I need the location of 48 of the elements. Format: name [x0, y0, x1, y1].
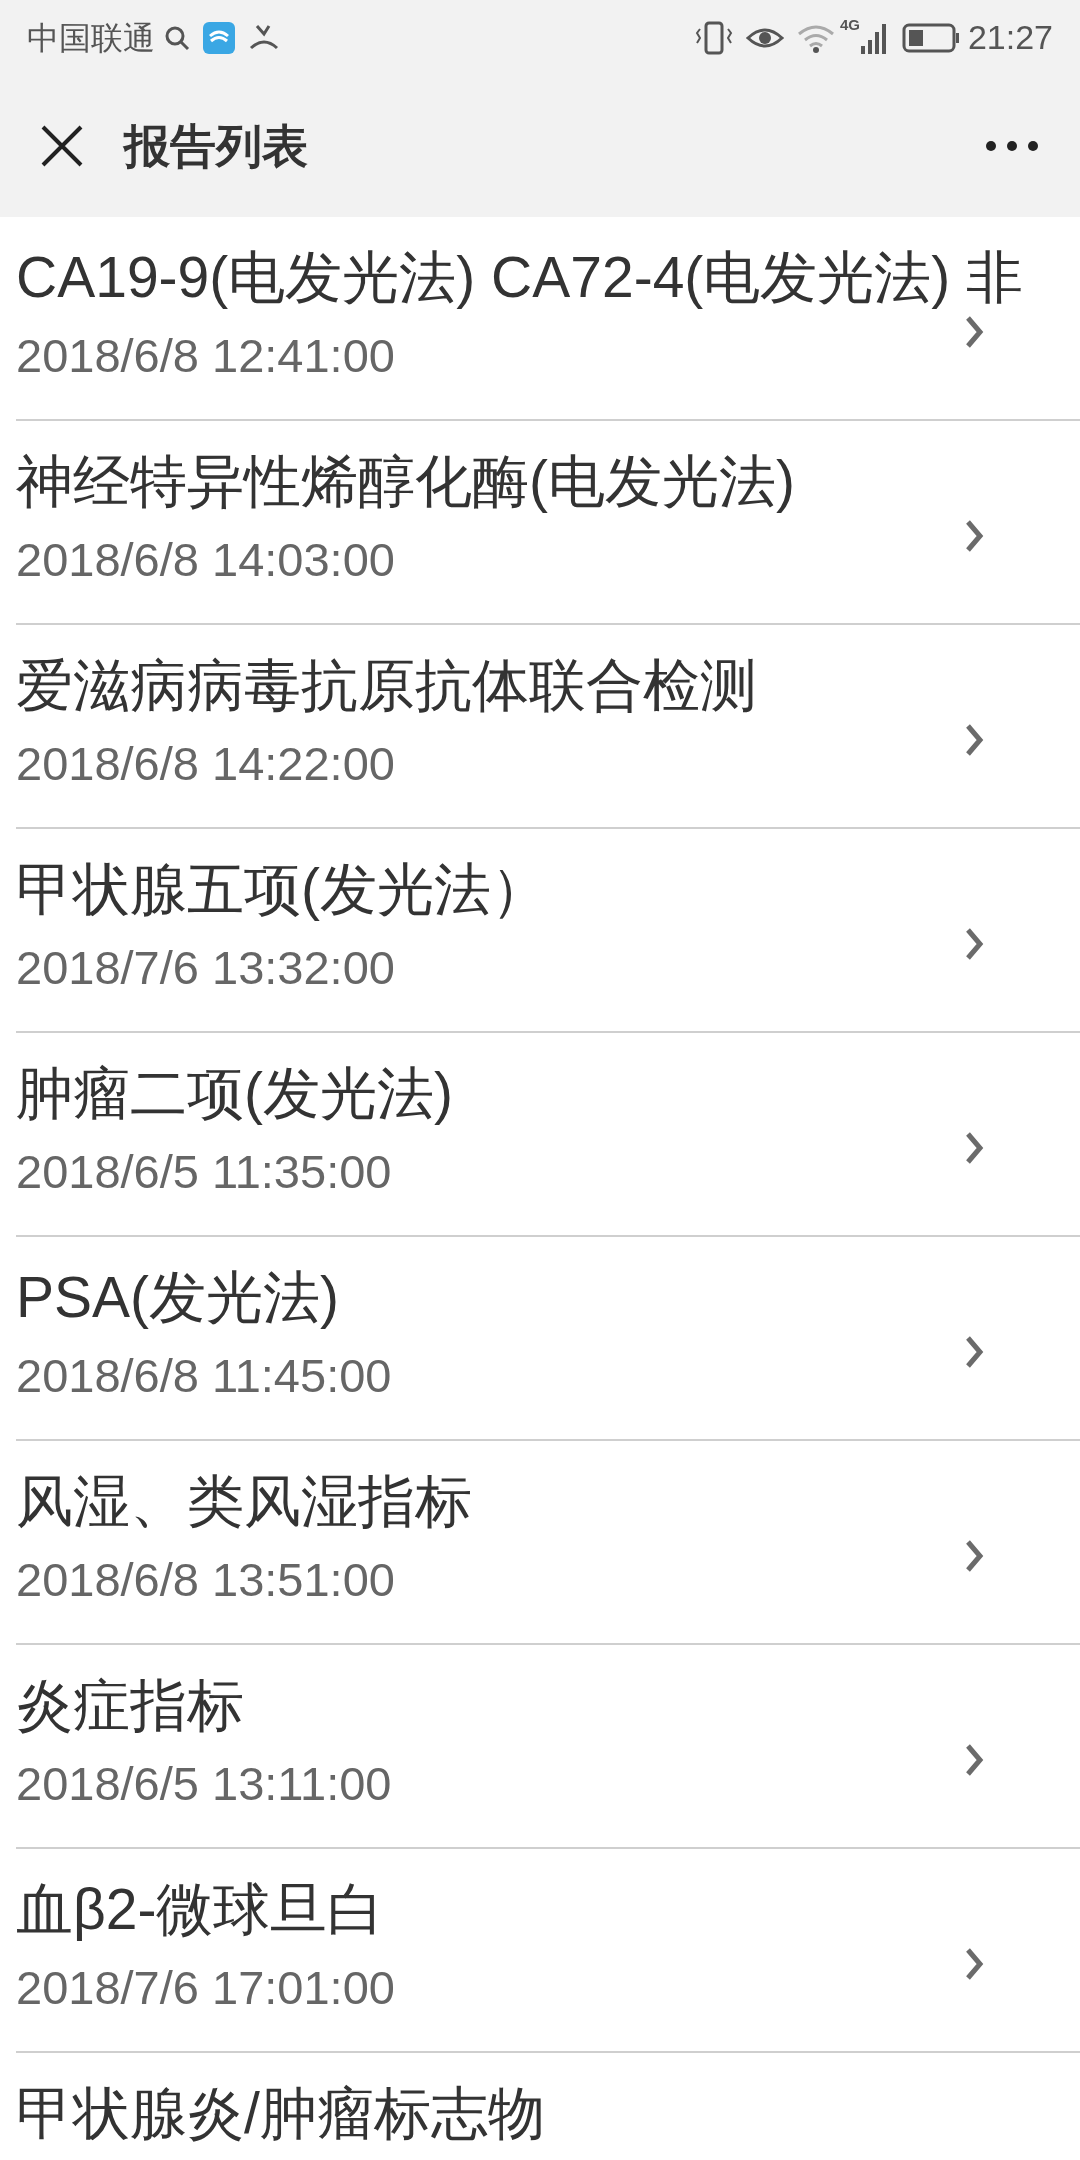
report-item[interactable]: 肿瘤二项(发光法) 2018/6/5 11:35:00 [16, 1033, 1080, 1237]
report-title: 血β2-微球旦白 [16, 1876, 385, 1942]
report-date: 2018/6/8 11:45:00 [16, 1349, 392, 1403]
network-type: 4G [839, 15, 860, 35]
page-title: 报告列表 [124, 118, 308, 174]
vibrate-icon [693, 20, 734, 55]
more-icon [985, 140, 1039, 152]
report-title: 甲状腺炎/肿瘤标志物 [16, 2080, 545, 2146]
report-item[interactable]: 炎症指标 2018/6/5 13:11:00 [16, 1645, 1080, 1849]
report-date: 2018/6/8 12:41:00 [16, 329, 395, 383]
battery-icon [901, 22, 960, 53]
report-title: 肿瘤二项(发光法) [16, 1060, 453, 1126]
clock-time: 21:27 [967, 17, 1053, 58]
report-date: 2018/6/5 13:11:00 [16, 1757, 392, 1811]
report-date: 2018/7/6 17:01:00 [16, 1961, 395, 2015]
chevron-right-icon [964, 519, 984, 553]
close-icon [40, 124, 84, 168]
report-item[interactable]: PSA(发光法) 2018/6/8 11:45:00 [16, 1237, 1080, 1441]
report-item[interactable]: 甲状腺五项(发光法） 2018/7/6 13:32:00 [16, 829, 1080, 1033]
chevron-right-icon [964, 927, 984, 961]
chevron-right-icon [964, 1539, 984, 1573]
chevron-right-icon [964, 1947, 984, 1981]
report-title: PSA(发光法) [16, 1264, 340, 1330]
report-item[interactable]: 甲状腺炎/肿瘤标志物 [16, 2053, 1080, 2160]
report-item[interactable]: 神经特异性烯醇化酶(电发光法) 2018/6/8 14:03:00 [16, 421, 1080, 625]
app-notification-icon [203, 21, 235, 54]
report-item[interactable]: 爱滋病病毒抗原抗体联合检测 2018/6/8 14:22:00 [16, 625, 1080, 829]
report-date: 2018/6/8 13:51:00 [16, 1553, 395, 1607]
report-date: 2018/6/8 14:22:00 [16, 737, 395, 791]
report-date: 2018/6/8 14:03:00 [16, 533, 395, 587]
chevron-right-icon [964, 1131, 984, 1165]
report-item[interactable]: 风湿、类风湿指标 2018/6/8 13:51:00 [16, 1441, 1080, 1645]
report-title: 神经特异性烯醇化酶(电发光法) [16, 448, 795, 514]
chevron-right-icon [964, 1335, 984, 1369]
report-date: 2018/7/6 13:32:00 [16, 941, 395, 995]
report-title: 炎症指标 [16, 1672, 244, 1738]
chevron-right-icon [964, 1743, 984, 1777]
report-item[interactable]: 血β2-微球旦白 2018/7/6 17:01:00 [16, 1849, 1080, 2053]
chevron-right-icon [964, 315, 984, 349]
report-date: 2018/6/5 11:35:00 [16, 1145, 392, 1199]
report-item[interactable]: CA19-9(电发光法) CA72-4(电发光法) 非 2018/6/8 12:41:00 [16, 217, 1080, 421]
report-title: 风湿、类风湿指标 [16, 1468, 472, 1534]
carrier-name: 中国联通 [27, 18, 155, 58]
report-title: 爱滋病病毒抗原抗体联合检测 [16, 652, 757, 718]
signal-icon [859, 21, 886, 54]
chevron-right-icon [964, 723, 984, 757]
report-title: CA19-9(电发光法) CA72-4(电发光法) 非 [16, 244, 1024, 310]
report-title: 甲状腺五项(发光法） [16, 856, 548, 922]
